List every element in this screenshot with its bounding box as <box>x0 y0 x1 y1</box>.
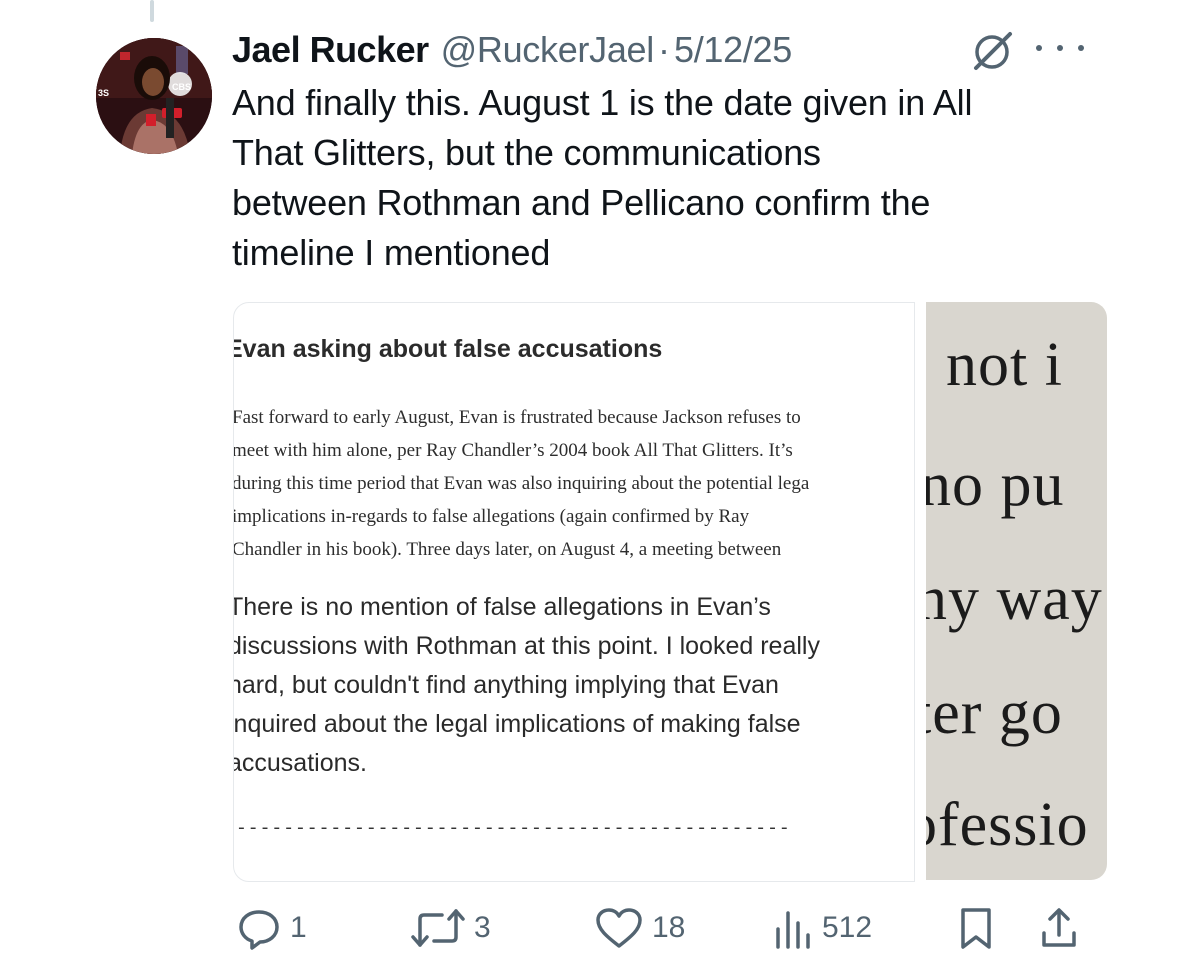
tweet-header: Jael Rucker @RuckerJael · 5/12/25 <box>232 28 792 72</box>
tweet-text-line: And finally this. August 1 is the date g… <box>232 82 973 123</box>
more-dot-icon <box>1078 45 1084 51</box>
avatar-edge-text: 3S <box>98 88 110 98</box>
article-paragraph-line: Fast forward to early August, Evan is fr… <box>233 407 801 428</box>
repost-count: 3 <box>474 911 491 944</box>
article-paragraph-line: implications in-regards to false allegat… <box>233 506 750 527</box>
thread-connector-line <box>150 0 154 22</box>
more-dot-icon <box>1036 45 1042 51</box>
tweet-text-line: timeline I mentioned <box>232 232 551 273</box>
article-body-line: There is no mention of false allegations… <box>233 593 771 621</box>
more-dot-icon <box>1057 45 1063 51</box>
bookmark-icon <box>961 908 991 949</box>
media-image-article-screenshot[interactable]: Evan asking about false accusations Fast… <box>233 302 915 882</box>
bookmark-button[interactable] <box>956 902 996 954</box>
repost-icon <box>411 909 465 947</box>
header-separator: · <box>657 29 670 70</box>
author-handle[interactable]: @RuckerJael <box>441 29 655 71</box>
article-body-line: discussions with Rothman at this point. … <box>233 632 820 660</box>
like-button[interactable]: 18 <box>594 902 685 954</box>
tweet-text: And finally this. August 1 is the date g… <box>232 78 1082 278</box>
views-button[interactable]: 512 <box>772 902 872 954</box>
tweet-actions-bar: 1 3 18 512 <box>230 902 1090 954</box>
article-body: There is no mention of false allegations… <box>233 588 914 783</box>
article-body-line: accusations. <box>233 749 367 777</box>
like-count: 18 <box>652 911 686 944</box>
article-paragraph-line: Chandler in his book). Three days later,… <box>233 539 782 560</box>
views-count: 512 <box>822 911 873 944</box>
book-text-line: ny way <box>926 565 1103 633</box>
reply-icon <box>239 910 279 950</box>
repost-button[interactable]: 3 <box>410 902 491 954</box>
reply-button[interactable]: 1 <box>236 902 307 954</box>
book-text-line: no pu <box>926 451 1065 519</box>
views-icon <box>776 911 810 949</box>
book-text-line: not i <box>946 331 1063 399</box>
tweet-date[interactable]: 5/12/25 <box>674 29 792 71</box>
reply-count: 1 <box>290 911 307 944</box>
book-text-line: ofessio <box>926 791 1089 859</box>
share-button[interactable] <box>1038 902 1080 954</box>
media-image-book-closeup[interactable]: not i no pu ny way ter go ofessio <box>926 302 1107 880</box>
avatar-image <box>96 38 212 154</box>
share-icon <box>1042 908 1076 947</box>
article-body-line: inquired about the legal implications of… <box>233 710 801 738</box>
article-body-line: hard, but couldn't find anything implyin… <box>233 671 779 699</box>
tweet-text-line: That Glitters, but the communications <box>232 132 821 173</box>
grok-icon[interactable] <box>970 28 1016 74</box>
article-paragraph-line: meet with him alone, per Ray Chandler’s … <box>233 440 793 461</box>
media-gallery: Evan asking about false accusations Fast… <box>233 302 1107 882</box>
article-paragraph: Fast forward to early August, Evan is fr… <box>233 401 914 566</box>
author-name[interactable]: Jael Rucker <box>232 29 429 71</box>
article-dash-rule: ----------------------------------------… <box>236 819 791 839</box>
avatar[interactable]: CBS 3S <box>96 38 212 154</box>
article-heading: Evan asking about false accusations <box>233 335 663 363</box>
article-paragraph-line: during this time period that Evan was al… <box>233 473 810 494</box>
heart-icon <box>596 908 642 948</box>
book-text-line: ter go <box>926 679 1063 747</box>
avatar-badge-text: CBS <box>172 82 192 92</box>
tweet-text-line: between Rothman and Pellicano confirm th… <box>232 182 931 223</box>
more-options-icon[interactable] <box>1036 36 1084 60</box>
